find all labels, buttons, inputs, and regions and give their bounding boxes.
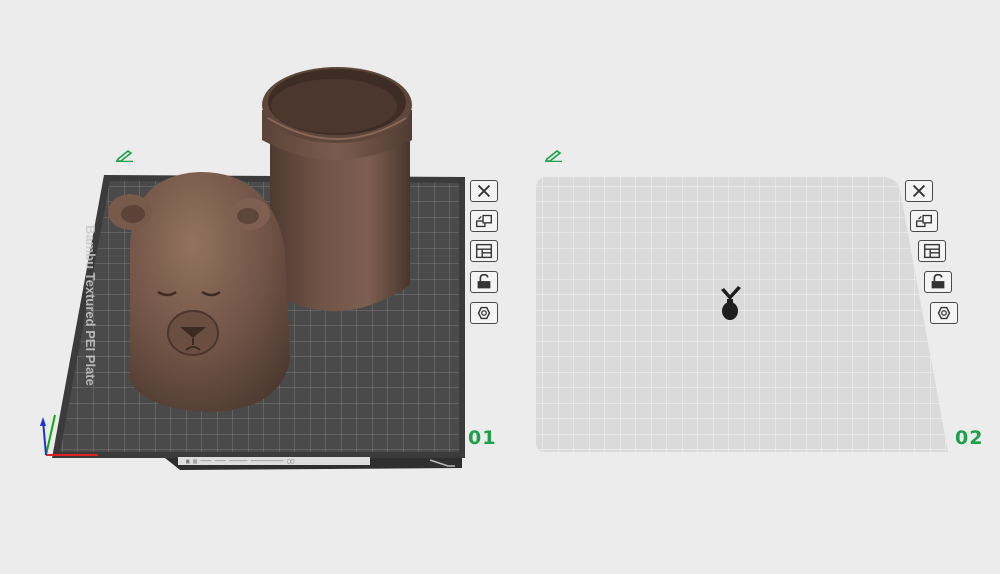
build-plate-scene[interactable] — [0, 0, 1000, 574]
pencil-icon[interactable] — [544, 148, 564, 163]
hex-nut-icon[interactable] — [930, 302, 958, 324]
close-icon[interactable] — [905, 180, 933, 202]
plate-02[interactable] — [536, 177, 948, 452]
arrange-icon[interactable] — [470, 210, 498, 232]
unlock-icon[interactable] — [924, 271, 952, 293]
arrange-icon[interactable] — [910, 210, 938, 232]
bear-head-model[interactable] — [108, 172, 290, 412]
layout-icon[interactable] — [470, 240, 498, 262]
close-icon[interactable] — [470, 180, 498, 202]
hex-nut-icon[interactable] — [470, 302, 498, 324]
plate-type-label: Bambu Textured PEI Plate — [83, 225, 98, 386]
unlock-icon[interactable] — [470, 271, 498, 293]
pencil-icon[interactable] — [115, 148, 135, 163]
plate-number-01: 01 — [468, 427, 497, 449]
layout-icon[interactable] — [918, 240, 946, 262]
plate-number-02: 02 — [955, 427, 984, 449]
plate-status-strip: ▣ ▤ ─── ─── ───── ───────── ▢▢ — [186, 458, 295, 465]
